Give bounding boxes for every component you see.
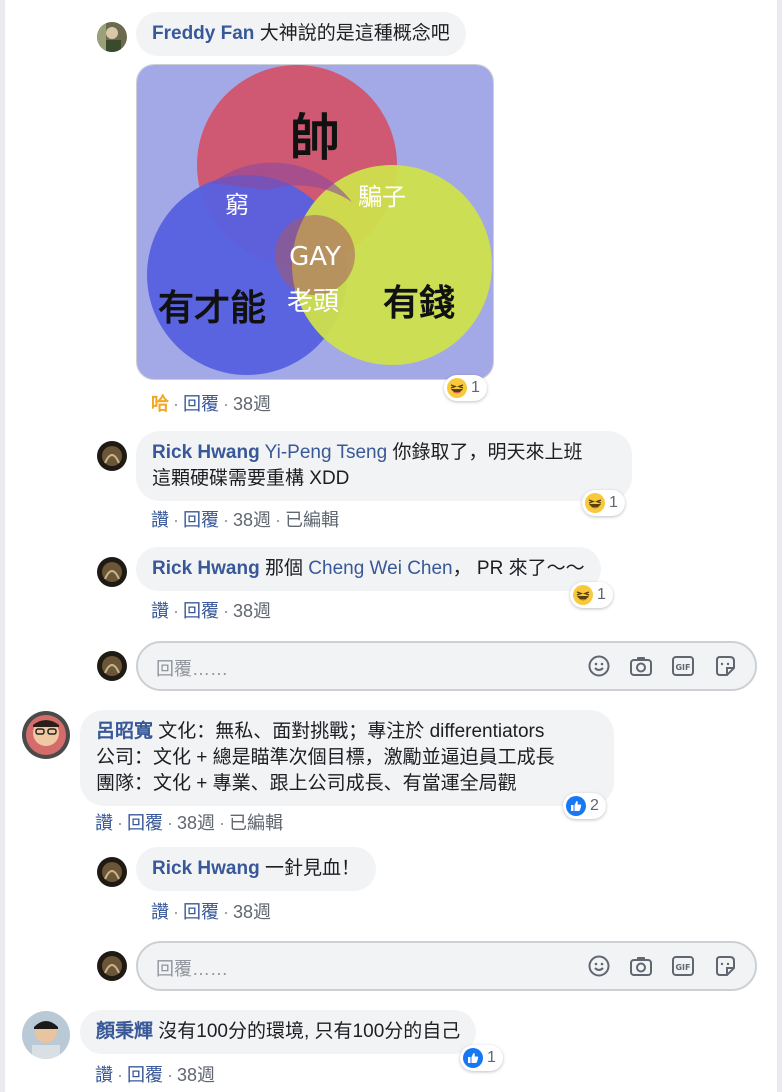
haha-icon: [573, 585, 593, 605]
reply-placeholder: 回覆……: [156, 659, 228, 679]
comment-author[interactable]: Rick Hwang: [152, 858, 260, 879]
timestamp[interactable]: 38週: [233, 510, 271, 530]
reply-placeholder: 回覆……: [156, 959, 228, 979]
avatar: [97, 951, 127, 981]
gif-icon[interactable]: GIF: [671, 954, 695, 978]
comment-text-line3: 團隊：文化 + 專業、跟上公司成長、有當運全局觀: [96, 773, 517, 794]
comment-actions: 讚 · 回覆 · 38週 · 已編輯: [95, 813, 284, 833]
attached-image[interactable]: 帥 窮 騙子 GAY 有才能 有錢 老頭: [136, 64, 494, 380]
comment-text: 大神說的是這種概念吧: [259, 23, 450, 44]
venn-label-right: 有錢: [383, 283, 455, 324]
like-action[interactable]: 讚: [151, 510, 169, 530]
page-border-right: [777, 0, 782, 1092]
comment-actions: 哈 · 回覆 · 38週: [151, 394, 272, 414]
reaction-count[interactable]: 1: [460, 1045, 503, 1071]
reply-action[interactable]: 回覆: [183, 394, 219, 414]
like-action[interactable]: 讚: [151, 902, 169, 922]
venn-label-top-right: 騙子: [358, 183, 406, 211]
edited-label[interactable]: 已編輯: [229, 813, 283, 833]
comment-text-line2: 公司：文化 + 總是瞄準次個目標，激勵並逼迫員工成長: [96, 747, 555, 768]
reply-action[interactable]: 回覆: [127, 1065, 163, 1085]
mention-link[interactable]: Cheng Wei Chen: [308, 558, 452, 579]
comment-text: ， PR 來了～～: [452, 558, 585, 579]
camera-icon[interactable]: [629, 654, 653, 678]
emoji-icon[interactable]: [587, 654, 611, 678]
comment-text: 沒有100分的環境, 只有100分的自己: [158, 1021, 461, 1042]
like-icon: [566, 796, 586, 816]
like-action[interactable]: 讚: [95, 1065, 113, 1085]
avatar[interactable]: [97, 557, 127, 587]
comment-author[interactable]: 呂昭寬: [96, 721, 153, 742]
camera-icon[interactable]: [629, 954, 653, 978]
svg-text:GIF: GIF: [675, 963, 690, 972]
reply-input[interactable]: 回覆…… GIF: [136, 941, 757, 991]
avatar[interactable]: [22, 1011, 70, 1059]
reply-action[interactable]: 回覆: [183, 510, 219, 530]
comment-actions: 讚 · 回覆 · 38週: [151, 601, 272, 621]
timestamp[interactable]: 38週: [233, 601, 271, 621]
reaction-number: 1: [609, 494, 618, 511]
comment-bubble: Freddy Fan 大神說的是這種概念吧: [136, 12, 466, 56]
like-action[interactable]: 讚: [151, 601, 169, 621]
reply-action[interactable]: 回覆: [183, 601, 219, 621]
svg-text:GIF: GIF: [675, 663, 690, 672]
comment-bubble: Rick Hwang 一針見血！: [136, 847, 376, 891]
reaction-number: 2: [590, 797, 599, 814]
comment-bubble: 呂昭寬 文化：無私、面對挑戰；專注於 differentiators 公司：文化…: [80, 710, 614, 806]
comment-text-pre: 那個: [264, 558, 303, 579]
reply-input[interactable]: 回覆…… GIF: [136, 641, 757, 691]
comment-text: 你錄取了，明天來上班: [392, 442, 583, 463]
mention-link[interactable]: Yi-Peng Tseng: [265, 442, 388, 463]
avatar[interactable]: [97, 857, 127, 887]
reaction-number: 1: [597, 586, 606, 603]
timestamp[interactable]: 38週: [233, 902, 271, 922]
emoji-icon[interactable]: [587, 954, 611, 978]
timestamp[interactable]: 38週: [177, 813, 215, 833]
timestamp[interactable]: 38週: [233, 394, 271, 414]
venn-label-top: 帥: [290, 109, 340, 167]
edited-label[interactable]: 已編輯: [285, 510, 339, 530]
reaction-count[interactable]: 1: [582, 490, 625, 516]
avatar[interactable]: [97, 22, 127, 52]
comment-author[interactable]: Rick Hwang: [152, 442, 260, 463]
haha-icon: [447, 378, 467, 398]
comment-author[interactable]: Rick Hwang: [152, 558, 260, 579]
venn-label-bottom: 老頭: [287, 287, 339, 317]
reaction-count[interactable]: 1: [570, 582, 613, 608]
reaction-number: 1: [487, 1049, 496, 1066]
reply-action[interactable]: 回覆: [183, 902, 219, 922]
reaction-count[interactable]: 2: [563, 793, 606, 819]
avatar[interactable]: [97, 441, 127, 471]
comment-text: 一針見血！: [264, 858, 360, 879]
venn-label-top-left: 窮: [225, 191, 249, 219]
comment-text-line2: 這顆硬碟需要重構 XDD: [152, 468, 350, 489]
comment-actions: 讚 · 回覆 · 38週: [151, 902, 272, 922]
avatar: [97, 651, 127, 681]
reaction-count[interactable]: 1: [444, 375, 487, 401]
reaction-number: 1: [471, 379, 480, 396]
sticker-icon[interactable]: [713, 954, 737, 978]
gif-icon[interactable]: GIF: [671, 654, 695, 678]
comment-actions: 讚 · 回覆 · 38週: [95, 1065, 216, 1085]
comment-bubble: Rick Hwang Yi-Peng Tseng 你錄取了，明天來上班 這顆硬碟…: [136, 431, 632, 501]
comment-bubble: Rick Hwang 那個 Cheng Wei Chen， PR 來了～～: [136, 547, 601, 591]
comment-text-line1: 文化：無私、面對挑戰；專注於 differentiators: [158, 721, 545, 742]
like-action[interactable]: 讚: [95, 813, 113, 833]
timestamp[interactable]: 38週: [177, 1065, 215, 1085]
page-border-left: [0, 0, 5, 1092]
like-action[interactable]: 哈: [151, 394, 169, 414]
comment-author[interactable]: 顏秉輝: [96, 1021, 153, 1042]
venn-label-left: 有才能: [158, 288, 266, 329]
sticker-icon[interactable]: [713, 654, 737, 678]
comment-author[interactable]: Freddy Fan: [152, 23, 254, 44]
comment-bubble: 顏秉輝 沒有100分的環境, 只有100分的自己: [80, 1010, 477, 1054]
venn-label-center: GAY: [289, 242, 341, 272]
comment-actions: 讚 · 回覆 · 38週 · 已編輯: [151, 510, 340, 530]
haha-icon: [585, 493, 605, 513]
reply-action[interactable]: 回覆: [127, 813, 163, 833]
like-icon: [463, 1048, 483, 1068]
avatar[interactable]: [22, 711, 70, 759]
